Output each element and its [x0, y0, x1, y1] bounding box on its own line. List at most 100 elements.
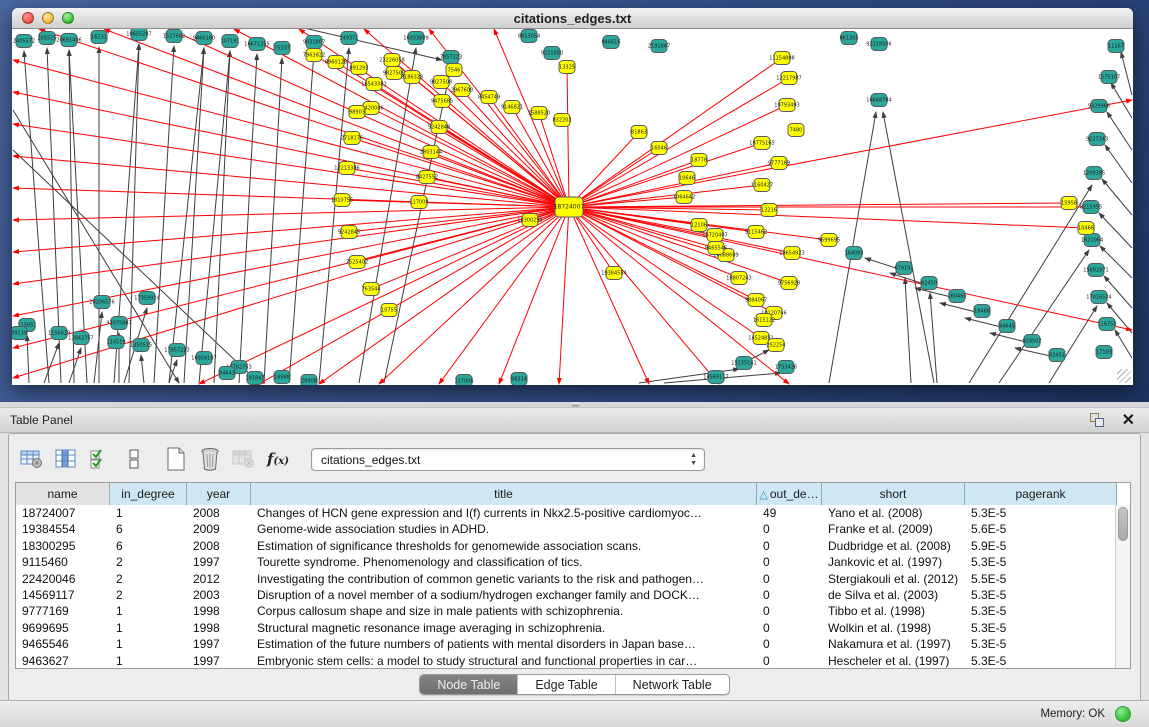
graph-node[interactable]: 10646	[679, 172, 695, 185]
graph-node[interactable]: 13325	[559, 61, 575, 74]
graph-node[interactable]: 846616	[601, 36, 620, 49]
graph-node[interactable]: 92451	[1049, 349, 1065, 362]
graph-node[interactable]: 28908	[301, 375, 317, 386]
graph-node[interactable]: 252254	[766, 339, 785, 352]
graph-node[interactable]: 924502	[1022, 335, 1041, 348]
network-canvas[interactable]: 2405572205525206914061623110655287152760…	[12, 29, 1133, 385]
graph-node[interactable]: 39139	[12, 327, 27, 340]
graph-node[interactable]: 9466160	[193, 32, 215, 45]
table-row[interactable]: 977716911998Corpus callosum shape and si…	[16, 603, 1130, 619]
graph-node[interactable]: 249371	[339, 32, 358, 45]
graph-node[interactable]: 98903	[349, 106, 365, 119]
graph-node[interactable]: 17359924	[134, 292, 159, 305]
graph-node[interactable]: 7963822	[303, 49, 325, 62]
graph-node[interactable]: 832203	[552, 114, 571, 127]
graph-node[interactable]: 1527602	[163, 30, 185, 43]
graph-node[interactable]: 14569117	[703, 371, 728, 384]
graph-node[interactable]: 9221850	[541, 47, 563, 60]
graph-node[interactable]: 881305	[839, 32, 858, 45]
graph-node[interactable]: 8813054	[518, 30, 540, 43]
graph-node[interactable]: 1615122	[753, 314, 775, 327]
graph-node[interactable]: 1621064	[1081, 234, 1103, 247]
graph-node[interactable]: 117006	[454, 375, 473, 386]
graph-node[interactable]: 18988	[274, 371, 290, 384]
graph-node[interactable]: 18807243	[726, 272, 751, 285]
scrollbar-thumb[interactable]	[1118, 507, 1128, 541]
column-header-year[interactable]: year	[187, 483, 251, 505]
table-settings-icon[interactable]	[17, 445, 47, 473]
graph-node[interactable]: 92450	[921, 277, 937, 290]
graph-node[interactable]: 8186328	[401, 71, 423, 84]
close-panel-icon[interactable]: ✕	[1122, 410, 1135, 430]
graph-node[interactable]: 9777169	[768, 157, 790, 170]
graph-node[interactable]: 11167	[1108, 40, 1124, 53]
column-header-pagerank[interactable]: pagerank	[965, 483, 1117, 505]
column-header-short[interactable]: short	[822, 483, 965, 505]
row-height-icon[interactable]	[119, 445, 149, 473]
table-row[interactable]: 946554611997Estimation of the future num…	[16, 636, 1130, 652]
graph-node[interactable]: 205525	[37, 32, 56, 45]
graph-node[interactable]: 18468	[974, 305, 990, 318]
table-row[interactable]: 1456911722003Disruption of a novel membe…	[16, 587, 1130, 603]
graph-node[interactable]: 11154808	[769, 52, 794, 65]
graph-node[interactable]: 8454749	[478, 91, 500, 104]
table-row[interactable]: 1938455462009Genome-wide association stu…	[16, 521, 1130, 537]
tab-network-table[interactable]: Network Table	[616, 675, 729, 694]
graph-node[interactable]: 9115462	[745, 226, 767, 239]
graph-node[interactable]: 20691406	[56, 34, 81, 47]
graph-node[interactable]: 1160427	[751, 179, 773, 192]
graph-node[interactable]: 17103	[1096, 346, 1112, 359]
tab-edge-table[interactable]: Edge Table	[518, 675, 615, 694]
table-row[interactable]: 911546021997Tourette syndrome. Phenomeno…	[16, 554, 1130, 570]
table-row[interactable]: 969969511998Structural magnetic resonanc…	[16, 620, 1130, 636]
graph-node[interactable]: 7525402	[346, 256, 368, 269]
graph-node[interactable]: 2191847	[648, 40, 670, 53]
delete-rows-icon[interactable]	[195, 445, 225, 473]
graph-node[interactable]: 160465	[947, 290, 966, 303]
graph-node[interactable]: 94643	[219, 367, 235, 380]
graph-node[interactable]: 116753	[1097, 318, 1116, 331]
graph-node[interactable]: 16958107	[191, 352, 216, 365]
graph-node[interactable]: 9465546	[705, 242, 727, 255]
graph-node[interactable]: 2718176	[341, 132, 363, 145]
graph-node[interactable]: 16231	[91, 31, 107, 44]
graph-node[interactable]: 16671355	[244, 38, 269, 51]
graph-node[interactable]: 2803144	[420, 146, 442, 159]
graph-node[interactable]: 10466	[1078, 222, 1094, 235]
graph-node[interactable]: 10755	[381, 304, 397, 317]
column-header-title[interactable]: title	[251, 483, 757, 505]
graph-node[interactable]: 1575107	[1098, 71, 1120, 84]
graph-node[interactable]: 17016534	[1086, 291, 1111, 304]
table-row[interactable]: 2242004622012Investigating the contribut…	[16, 571, 1130, 587]
graph-node[interactable]: 763544	[361, 283, 380, 296]
graph-node[interactable]: 9475685	[431, 95, 453, 108]
graph-node[interactable]: 15692971	[1083, 264, 1108, 277]
graph-node[interactable]: 7480	[788, 124, 804, 137]
graph-node[interactable]: 15958	[1061, 197, 1077, 210]
graph-node[interactable]: 191847	[245, 372, 264, 385]
table-row[interactable]: 946362711997Embryonic stem cells: a mode…	[16, 653, 1130, 669]
graph-node[interactable]: 12217987	[776, 72, 801, 85]
graph-node[interactable]: 7546	[446, 64, 462, 77]
graph-node[interactable]: 23226058	[379, 54, 404, 67]
column-header-in_degree[interactable]: in_degree	[110, 483, 187, 505]
graph-node[interactable]: 8427552	[416, 171, 438, 184]
graph-node[interactable]: 9699695	[818, 234, 840, 247]
graph-node[interactable]: 2405572	[13, 35, 35, 48]
graph-node[interactable]: 9031807	[303, 36, 325, 49]
graph-node[interactable]: 18724007	[554, 197, 585, 217]
float-panel-icon[interactable]	[1090, 413, 1105, 428]
graph-node[interactable]: 679191	[894, 262, 913, 275]
graph-node[interactable]: 9329966	[1088, 100, 1110, 113]
graph-node[interactable]: 16648784	[866, 94, 891, 107]
graph-node[interactable]: 8960128	[325, 56, 347, 69]
graph-node[interactable]: 81863	[631, 126, 647, 139]
graph-node[interactable]: 94645	[999, 320, 1015, 333]
graph-node[interactable]: 16543382	[361, 78, 386, 91]
graph-node[interactable]: 19384554	[601, 267, 626, 280]
graph-node[interactable]: 1209385	[1083, 167, 1105, 180]
table-selector-dropdown[interactable]: citations_edges.txt ▲▼	[311, 448, 705, 471]
graph-node[interactable]: 9242845	[338, 226, 360, 239]
graph-node[interactable]: 114519	[106, 336, 125, 349]
column-header-name[interactable]: name	[16, 483, 110, 505]
